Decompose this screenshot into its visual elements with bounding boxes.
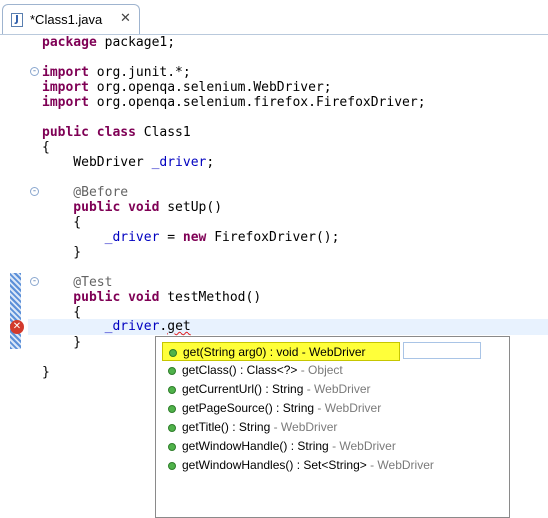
error-icon[interactable]: ✕ — [10, 320, 24, 334]
code-line-current: _driver.get — [104, 319, 191, 334]
code-line: } — [42, 365, 50, 380]
editor-tab-bar: J *Class1.java ✕ — [0, 0, 548, 35]
completion-item[interactable]: getTitle() : String - WebDriver — [162, 418, 482, 437]
fold-collapse-icon[interactable]: - — [30, 67, 39, 76]
completion-item[interactable]: getWindowHandles() : Set<String> - WebDr… — [162, 456, 482, 475]
code-line: import org.openqa.selenium.WebDriver; — [42, 80, 332, 95]
code-line: WebDriver _driver; — [42, 155, 215, 170]
code-line: public class Class1 — [42, 125, 191, 140]
quick-diff-bar — [10, 273, 21, 349]
public-method-icon — [168, 386, 176, 394]
completion-item[interactable]: getCurrentUrl() : String - WebDriver — [162, 380, 482, 399]
selection-extension — [403, 342, 481, 359]
code-line: import org.openqa.selenium.firefox.Firef… — [42, 95, 426, 110]
public-method-icon — [168, 443, 176, 451]
public-method-icon — [168, 424, 176, 432]
completion-item[interactable]: get(String arg0) : void - WebDriver — [162, 342, 400, 361]
code-line: package package1; — [42, 35, 176, 50]
code-line: { — [42, 140, 50, 155]
public-method-icon — [168, 405, 176, 413]
completion-item[interactable]: getPageSource() : String - WebDriver — [162, 399, 482, 418]
code-line: { — [42, 215, 82, 230]
content-assist-popup[interactable]: get(String arg0) : void - WebDriver getC… — [155, 336, 510, 518]
code-line: @Before — [42, 185, 129, 200]
fold-collapse-icon[interactable]: - — [30, 187, 39, 196]
public-method-icon — [168, 367, 176, 375]
completion-item[interactable]: getClass() : Class<?> - Object — [162, 361, 482, 380]
code-line: _driver = new FirefoxDriver(); — [104, 230, 340, 245]
code-line: } — [42, 245, 82, 260]
java-file-icon: J — [11, 13, 23, 27]
close-icon[interactable]: ✕ — [120, 11, 131, 26]
completion-item[interactable]: getWindowHandle() : String - WebDriver — [162, 437, 482, 456]
code-line: public void testMethod() — [42, 290, 262, 305]
code-line: @Test — [42, 275, 113, 290]
public-method-icon — [169, 349, 177, 357]
code-line: import org.junit.*; — [42, 65, 191, 80]
tab-class1-java[interactable]: J *Class1.java ✕ — [2, 4, 140, 34]
code-line: public void setUp() — [42, 200, 223, 215]
public-method-icon — [168, 462, 176, 470]
tab-title: *Class1.java — [30, 12, 103, 27]
code-line: } — [42, 335, 82, 350]
fold-collapse-icon[interactable]: - — [30, 277, 39, 286]
